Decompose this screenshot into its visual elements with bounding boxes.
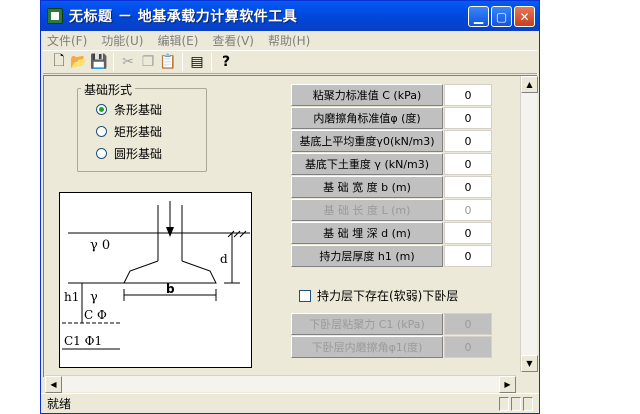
- param-row: 持力层厚度 h1 (m) 0: [291, 245, 492, 268]
- param-row: 基 础 宽 度 b (m) 0: [291, 176, 492, 199]
- maximize-button[interactable]: ▢: [491, 6, 512, 27]
- param-label: 下卧层内磨擦角φ1(度): [291, 336, 443, 358]
- foundation-diagram: γ 0 d h1 γ b C Φ C1 Φ1: [59, 192, 252, 368]
- cut-icon[interactable]: ✂: [118, 52, 138, 72]
- unit-weight-above-input[interactable]: 0: [444, 130, 492, 152]
- param-label: 基 础 埋 深 d (m): [291, 222, 443, 244]
- vertical-scrollbar[interactable]: ▲ ▼: [520, 76, 538, 372]
- menu-edit[interactable]: 编辑(E): [157, 32, 198, 49]
- param-row: 基 础 长 度 L (m) 0: [291, 199, 492, 222]
- param-label: 基 础 长 度 L (m): [291, 199, 443, 221]
- menu-file[interactable]: 文件(F): [47, 32, 87, 49]
- close-button[interactable]: ✕: [514, 6, 535, 27]
- minimize-button[interactable]: ▁: [468, 6, 489, 27]
- radio-rectangular-foundation[interactable]: 矩形基础: [96, 123, 162, 140]
- layer-thickness-input[interactable]: 0: [444, 245, 492, 267]
- app-icon: [47, 8, 63, 24]
- scroll-up-icon[interactable]: ▲: [521, 76, 538, 93]
- open-folder-icon[interactable]: 📂: [69, 52, 89, 72]
- toolbar-separator: [211, 53, 212, 71]
- label-gamma0: γ 0: [90, 238, 110, 253]
- param-label: 基 础 宽 度 b (m): [291, 176, 443, 198]
- weak-layer-checkbox[interactable]: [299, 289, 311, 302]
- menu-view[interactable]: 查看(V): [212, 32, 254, 49]
- param-label: 内磨擦角标准值φ (度): [291, 107, 443, 129]
- title-bar[interactable]: 无标题 － 地基承载力计算软件工具 ▁ ▢ ✕: [41, 1, 539, 31]
- new-file-icon[interactable]: 🗋: [49, 52, 69, 72]
- unit-weight-below-input[interactable]: 0: [444, 153, 492, 175]
- app-window: 无标题 － 地基承载力计算软件工具 ▁ ▢ ✕ 文件(F) 功能(U) 编辑(E…: [40, 0, 540, 414]
- form-view: 基础形式 条形基础 矩形基础 圆形基础 γ 0 d h1 γ b C Φ C1 …: [43, 75, 538, 377]
- scroll-down-icon[interactable]: ▼: [521, 355, 538, 372]
- label-gamma: γ: [90, 290, 98, 305]
- radio-icon[interactable]: [96, 148, 107, 159]
- cohesion-input[interactable]: 0: [444, 84, 492, 106]
- label-d: d: [220, 252, 228, 266]
- radio-label: 矩形基础: [114, 125, 163, 139]
- scroll-left-icon[interactable]: ◀: [45, 376, 62, 393]
- status-text: 就绪: [47, 397, 72, 411]
- friction-angle-input[interactable]: 0: [444, 107, 492, 129]
- status-pane: [511, 397, 521, 411]
- param-row: 基 础 埋 深 d (m) 0: [291, 222, 492, 245]
- param-label: 粘聚力标准值 C (kPa): [291, 84, 443, 106]
- weak-friction-input[interactable]: 0: [444, 336, 492, 358]
- param-label: 基底上平均重度γ0(kN/m3): [291, 130, 443, 152]
- scroll-right-icon[interactable]: ▶: [499, 376, 516, 393]
- length-input[interactable]: 0: [444, 199, 492, 221]
- horizontal-scrollbar[interactable]: ◀ ▶: [45, 375, 516, 393]
- menu-help[interactable]: 帮助(H): [268, 32, 310, 49]
- menu-bar: 文件(F) 功能(U) 编辑(E) 查看(V) 帮助(H): [41, 31, 539, 49]
- label-h1: h1: [64, 290, 79, 304]
- label-c1-phi1: C1 Φ1: [64, 334, 102, 348]
- label-b: b: [166, 282, 175, 296]
- width-input[interactable]: 0: [444, 176, 492, 198]
- radio-label: 条形基础: [114, 103, 163, 117]
- param-row: 基底上平均重度γ0(kN/m3) 0: [291, 130, 492, 153]
- parameter-grid: 粘聚力标准值 C (kPa) 0 内磨擦角标准值φ (度) 0 基底上平均重度γ…: [291, 84, 492, 268]
- label-c-phi: C Φ: [84, 308, 107, 322]
- param-row: 粘聚力标准值 C (kPa) 0: [291, 84, 492, 107]
- weak-layer-checkbox-row[interactable]: 持力层下存在(软弱)下卧层: [299, 287, 458, 304]
- status-pane: [499, 397, 509, 411]
- help-icon[interactable]: ?: [216, 52, 236, 72]
- calculate-icon[interactable]: ▤: [187, 52, 207, 72]
- param-label: 持力层厚度 h1 (m): [291, 245, 443, 267]
- toolbar-separator: [182, 53, 183, 71]
- weak-layer-grid: 下卧层粘聚力 C1 (kPa) 0 下卧层内磨擦角φ1(度) 0: [291, 313, 492, 359]
- param-row: 下卧层粘聚力 C1 (kPa) 0: [291, 313, 492, 336]
- foundation-type-title: 基础形式: [81, 81, 136, 98]
- weak-layer-label: 持力层下存在(软弱)下卧层: [317, 289, 459, 303]
- paste-icon[interactable]: 📋: [158, 52, 178, 72]
- toolbar: 🗋 📂 💾 ✂ ❐ 📋 ▤ ?: [43, 50, 537, 74]
- radio-label: 圆形基础: [114, 147, 163, 161]
- depth-input[interactable]: 0: [444, 222, 492, 244]
- param-row: 下卧层内磨擦角φ1(度) 0: [291, 336, 492, 359]
- param-row: 内磨擦角标准值φ (度) 0: [291, 107, 492, 130]
- param-row: 基底下土重度 γ (kN/m3) 0: [291, 153, 492, 176]
- toolbar-separator: [113, 53, 114, 71]
- weak-cohesion-input[interactable]: 0: [444, 313, 492, 335]
- radio-strip-foundation[interactable]: 条形基础: [96, 101, 162, 118]
- copy-icon[interactable]: ❐: [138, 52, 158, 72]
- radio-circular-foundation[interactable]: 圆形基础: [96, 145, 162, 162]
- save-icon[interactable]: 💾: [89, 52, 109, 72]
- param-label: 下卧层粘聚力 C1 (kPa): [291, 313, 443, 335]
- status-bar: 就绪: [41, 393, 539, 413]
- window-title: 无标题 － 地基承载力计算软件工具: [69, 9, 298, 25]
- radio-icon[interactable]: [96, 126, 107, 137]
- radio-selected-icon[interactable]: [96, 104, 107, 115]
- foundation-diagram-svg: γ 0 d h1 γ b C Φ C1 Φ1: [62, 201, 250, 350]
- status-pane: [523, 397, 533, 411]
- foundation-type-group: 基础形式 条形基础 矩形基础 圆形基础: [77, 81, 207, 172]
- param-label: 基底下土重度 γ (kN/m3): [291, 153, 443, 175]
- menu-function[interactable]: 功能(U): [101, 32, 143, 49]
